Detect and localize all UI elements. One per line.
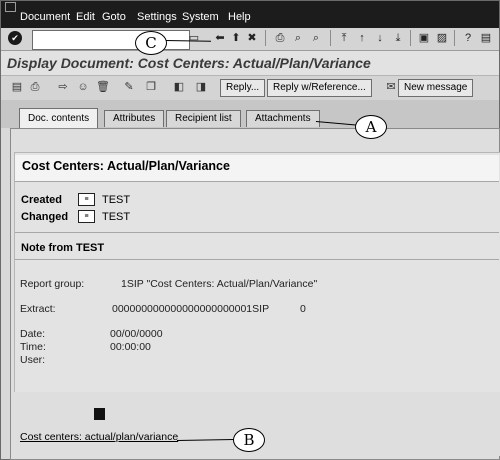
next-document-icon[interactable]: ◨ <box>194 80 208 94</box>
reply-button[interactable]: Reply... <box>220 79 266 97</box>
menu-document[interactable]: Document <box>20 11 70 23</box>
time-value: 00:00:00 <box>110 341 151 353</box>
layout-icon[interactable]: ▤ <box>478 30 494 46</box>
callout-c: C <box>135 31 167 55</box>
created-value: TEST <box>102 194 131 206</box>
document-icon[interactable]: ≡ <box>78 210 95 223</box>
created-label: Created <box>21 194 62 206</box>
document-icon[interactable]: ≡ <box>78 193 95 206</box>
new-session-icon[interactable]: ▣ <box>416 30 432 46</box>
menu-goto[interactable]: Goto <box>102 11 126 23</box>
tab-attributes[interactable]: Attributes <box>104 110 165 127</box>
report-group-label: Report group: <box>20 278 85 290</box>
tab-recipient-list[interactable]: Recipient list <box>166 110 241 127</box>
report-group-value: 1SIP "Cost Centers: Actual/Plan/Variance… <box>121 278 318 290</box>
tab-doc-contents[interactable]: Doc. contents <box>19 108 99 129</box>
shortcut-icon[interactable]: ▨ <box>434 30 450 46</box>
document-heading: Cost Centers: Actual/Plan/Variance <box>22 159 230 173</box>
divider <box>15 232 499 233</box>
toolbar-separator <box>330 30 331 46</box>
edit-icon[interactable]: ✎ <box>122 80 136 94</box>
page-title: Display Document: Cost Centers: Actual/P… <box>7 55 371 71</box>
extract-count: 0 <box>300 303 306 315</box>
menu-settings[interactable]: Settings <box>137 11 177 23</box>
find-icon[interactable]: ⌕ <box>290 30 306 46</box>
extract-label: Extract: <box>20 303 56 315</box>
system-menu-icon[interactable] <box>5 2 16 12</box>
cancel-icon[interactable]: ✖ <box>244 30 260 46</box>
date-label: Date: <box>20 328 46 340</box>
extract-value: 000000000000000000000001SIP <box>112 303 270 315</box>
back-icon[interactable]: ⬅ <box>212 30 228 46</box>
divider <box>15 181 499 182</box>
note-from-label: Note from TEST <box>21 242 105 254</box>
report-link-icon[interactable] <box>94 408 105 420</box>
menu-edit[interactable]: Edit <box>76 11 95 23</box>
users-icon[interactable]: ☺ <box>76 80 90 94</box>
new-message-icon[interactable]: ✉ <box>384 80 398 94</box>
changed-value: TEST <box>102 211 131 223</box>
first-page-icon[interactable]: ⤒ <box>336 30 352 46</box>
find-next-icon[interactable]: ⌕ <box>308 30 324 46</box>
check-icon[interactable]: ✔ <box>8 31 22 45</box>
toolbar-separator <box>265 30 266 46</box>
copy-icon[interactable]: ❐ <box>144 80 158 94</box>
divider <box>15 259 499 260</box>
document-area <box>14 152 500 394</box>
report-link[interactable]: Cost centers: actual/plan/variance <box>20 431 178 443</box>
date-value: 00/00/0000 <box>110 328 163 340</box>
menu-system[interactable]: System <box>182 11 219 23</box>
new-message-button[interactable]: New message <box>398 79 474 97</box>
help-icon[interactable]: ? <box>460 30 476 46</box>
tab-attachments[interactable]: Attachments <box>246 110 320 127</box>
menu-help[interactable]: Help <box>228 11 251 23</box>
callout-a: A <box>355 115 387 139</box>
previous-page-icon[interactable]: ↑ <box>354 30 370 46</box>
user-label: User: <box>20 354 46 366</box>
print-icon[interactable]: ⎙ <box>28 80 42 94</box>
delete-icon[interactable]: 🗑 <box>96 80 110 94</box>
time-label: Time: <box>20 341 46 353</box>
forward-icon[interactable]: ⇨ <box>56 80 70 94</box>
print-icon[interactable]: ⎙ <box>272 30 288 46</box>
reply-with-reference-button[interactable]: Reply w/Reference... <box>267 79 372 97</box>
changed-label: Changed <box>21 211 69 223</box>
next-page-icon[interactable]: ↓ <box>372 30 388 46</box>
last-page-icon[interactable]: ⤓ <box>390 30 406 46</box>
toolbar-separator <box>454 30 455 46</box>
toolbar-separator <box>410 30 411 46</box>
exit-icon[interactable]: ⬆ <box>228 30 244 46</box>
previous-document-icon[interactable]: ◧ <box>172 80 186 94</box>
callout-b: B <box>233 428 265 452</box>
save-icon[interactable]: ▭ <box>186 30 202 46</box>
document-icon[interactable]: ▤ <box>10 80 24 94</box>
